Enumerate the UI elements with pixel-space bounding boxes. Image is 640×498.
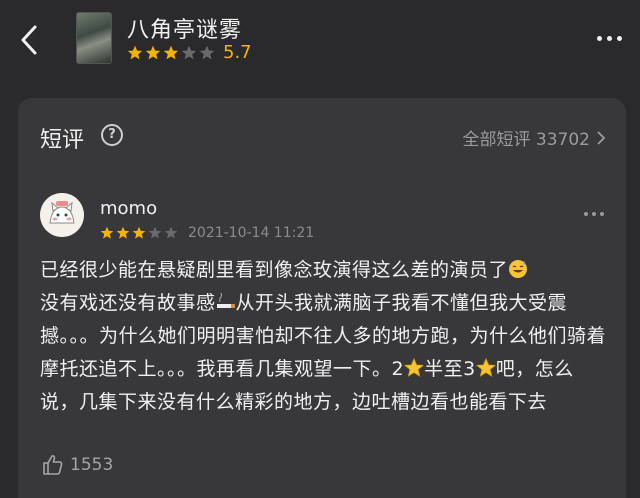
show-rating: 5.7 [127, 42, 252, 63]
star-filled-icon [132, 226, 146, 239]
cat-avatar-icon [40, 193, 84, 237]
all-reviews-label: 全部短评 33702 [462, 130, 590, 150]
review-text-part: 半至3 [424, 358, 476, 380]
star-filled-icon [116, 226, 130, 239]
short-review-card: 短评 ? 全部短评 33702 momo 2021-10-14 11:21 已经… [18, 98, 626, 498]
star-empty-icon [164, 226, 178, 239]
star-empty-icon [199, 45, 215, 59]
star-emoji-icon [475, 358, 496, 377]
star-filled-icon [145, 45, 161, 59]
cigarette-emoji-icon [216, 292, 235, 308]
username[interactable]: momo [100, 198, 157, 219]
sweat-smile-emoji-icon [509, 260, 528, 278]
more-icon-dot [607, 36, 612, 41]
more-button[interactable] [597, 36, 622, 41]
review-meta: 2021-10-14 11:21 [100, 225, 314, 241]
more-icon-dot [617, 36, 622, 41]
top-bar: 八角亭谜雾 5.7 [0, 0, 640, 82]
review-star-rating [100, 226, 178, 240]
review-date: 2021-10-14 11:21 [188, 225, 315, 241]
star-empty-icon [148, 226, 162, 239]
score: 5.7 [223, 42, 252, 63]
poster-thumbnail[interactable] [76, 12, 112, 64]
star-filled-icon [163, 45, 179, 59]
thumbs-up-icon [43, 455, 63, 475]
star-filled-icon [100, 226, 114, 239]
chevron-right-icon [597, 130, 606, 145]
help-icon[interactable]: ? [101, 124, 123, 146]
review-text-part: 没有戏还没有故事感 [40, 292, 216, 314]
more-icon-dot [600, 212, 604, 216]
back-button[interactable] [14, 20, 44, 60]
back-arrow-icon [21, 25, 37, 55]
star-rating [127, 45, 215, 61]
show-title: 八角亭谜雾 [127, 18, 243, 43]
all-reviews-link[interactable]: 全部短评 33702 [463, 125, 606, 150]
avatar[interactable] [40, 193, 84, 237]
like-button[interactable]: 1553 [42, 454, 113, 476]
section-title: 短评 [40, 128, 85, 153]
star-filled-icon [127, 45, 143, 59]
review-text: 已经很少能在悬疑剧里看到像念玫演得这么差的演员了 没有戏还没有故事感 从开头我就… [40, 254, 610, 419]
star-emoji-icon [404, 358, 425, 377]
like-count: 1553 [70, 455, 114, 475]
review-more-button[interactable] [584, 212, 604, 216]
star-empty-icon [181, 45, 197, 59]
review-text-part: 已经很少能在悬疑剧里看到像念玫演得这么差的演员了 [40, 259, 509, 281]
more-icon-dot [597, 36, 602, 41]
more-icon-dot [592, 212, 596, 216]
more-icon-dot [584, 212, 588, 216]
